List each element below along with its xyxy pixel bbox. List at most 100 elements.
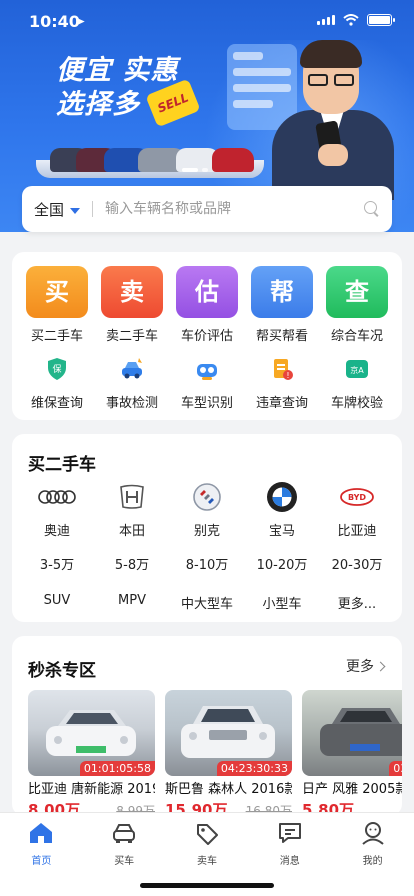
brand-label: 别克 — [193, 524, 220, 539]
brand-honda[interactable]: 本田 — [101, 480, 163, 539]
tab-label: 首页 — [31, 856, 52, 867]
deal-list: 01:01:05:58 比亚迪 唐新能源 2019款 8.00万 8.99万 0… — [28, 690, 402, 816]
car-photo: 03:23 — [302, 690, 402, 776]
search-divider — [92, 201, 94, 217]
flash-sale-card: 秒杀专区 更多 01:01:05:58 比亚迪 唐新能源 2019款 8.00万… — [12, 636, 402, 816]
signal-icon — [317, 15, 335, 25]
home-icon — [30, 823, 53, 843]
service-sell[interactable]: 卖 卖二手车 — [101, 266, 163, 344]
service-valuation[interactable]: 估 车价评估 — [176, 266, 238, 344]
tab-sell[interactable]: 卖车 — [166, 813, 249, 867]
tool-label: 事故检测 — [105, 396, 158, 411]
car-type[interactable]: SUV — [26, 593, 88, 612]
brand-audi[interactable]: 奥迪 — [26, 480, 88, 539]
tool-model[interactable]: 车型识别 — [176, 356, 238, 411]
service-inspect[interactable]: 查 综合车况 — [326, 266, 388, 344]
deal-name: 日产 风雅 2005款 — [302, 782, 402, 797]
car-type[interactable]: 小型车 — [251, 593, 313, 612]
tab-label: 卖车 — [196, 856, 217, 867]
svg-text:BYD: BYD — [348, 493, 366, 502]
car-type-list: SUV MPV 中大型车 小型车 更多... — [26, 593, 388, 612]
tool-accident[interactable]: 事故检测 — [101, 356, 163, 411]
tab-home[interactable]: 首页 — [0, 813, 83, 867]
deal-item[interactable]: 03:23 日产 风雅 2005款 5.80万 6 — [302, 690, 402, 816]
deal-item[interactable]: 01:01:05:58 比亚迪 唐新能源 2019款 8.00万 8.99万 — [28, 690, 155, 816]
wifi-icon — [343, 14, 359, 26]
tab-label: 买车 — [114, 856, 135, 867]
banner-cars — [42, 128, 258, 172]
service-label: 帮买帮看 — [255, 329, 308, 344]
message-icon — [278, 823, 301, 843]
byd-logo-icon: BYD — [340, 488, 374, 506]
countdown-timer: 03:23 — [389, 761, 402, 776]
brand-label: 比亚迪 — [337, 524, 377, 539]
more-label: 更多 — [346, 659, 374, 675]
services-card: 买 买二手车 卖 卖二手车 估 车价评估 帮 帮买帮看 查 综合车况 保 维保查… — [12, 252, 402, 420]
car-type-more[interactable]: 更多... — [326, 593, 388, 612]
tab-bar: 首页 买车 卖车 消息 我的 — [0, 812, 414, 896]
brand-buick[interactable]: 别克 — [176, 480, 238, 539]
tag-icon — [196, 824, 218, 845]
chevron-right-icon — [375, 661, 386, 672]
buy-glyph: 买 — [26, 266, 88, 318]
service-label: 买二手车 — [30, 329, 83, 344]
tab-buy[interactable]: 买车 — [83, 813, 166, 867]
help-glyph: 帮 — [251, 266, 313, 318]
svg-text:!: ! — [286, 371, 289, 380]
valuation-glyph: 估 — [176, 266, 238, 318]
car-photo: 01:01:05:58 — [28, 690, 155, 776]
home-indicator — [140, 883, 274, 888]
brand-label: 宝马 — [268, 524, 295, 539]
service-label: 车价评估 — [180, 329, 233, 344]
sell-glyph: 卖 — [101, 266, 163, 318]
search-icon[interactable] — [364, 201, 380, 217]
countdown-timer: 04:23:30:33 — [216, 761, 292, 776]
price-range[interactable]: 5-8万 — [101, 554, 163, 573]
brand-label: 奥迪 — [43, 524, 70, 539]
buick-logo-icon — [193, 483, 221, 511]
license-plate-icon: 京A — [346, 360, 368, 378]
caret-down-icon[interactable] — [70, 207, 81, 214]
car-type[interactable]: MPV — [101, 593, 163, 612]
profile-icon — [361, 822, 384, 845]
car-scan-icon — [197, 364, 217, 380]
tab-label: 我的 — [362, 856, 383, 867]
service-buy[interactable]: 买 买二手车 — [26, 266, 88, 344]
search-bar[interactable]: 全国 — [22, 186, 392, 232]
ticket-icon: ! — [274, 359, 293, 380]
brand-list: 奥迪 本田 别克 宝马 BYD 比亚迪 — [26, 480, 388, 539]
brand-byd[interactable]: BYD 比亚迪 — [326, 480, 388, 539]
service-help[interactable]: 帮 帮买帮看 — [251, 266, 313, 344]
more-link[interactable]: 更多 — [346, 656, 386, 676]
car-type[interactable]: 中大型车 — [176, 593, 238, 612]
service-label: 综合车况 — [330, 329, 383, 344]
tool-plate[interactable]: 京A 车牌校验 — [326, 356, 388, 411]
car-icon — [113, 824, 136, 843]
tool-violation[interactable]: ! 违章查询 — [251, 356, 313, 411]
deal-item[interactable]: 04:23:30:33 斯巴鲁 森林人 2016款 15.90万 16.80万 — [165, 690, 292, 816]
used-cars-card: 买二手车 奥迪 本田 别克 宝马 BYD 比亚迪 3-5万 5-8万 8-10万… — [12, 434, 402, 622]
svg-text:京A: 京A — [350, 365, 364, 375]
location-arrow-icon: ➤ — [76, 15, 86, 28]
tool-maintenance[interactable]: 保 维保查询 — [26, 356, 88, 411]
audi-logo-icon — [38, 490, 76, 504]
tool-label: 车型识别 — [180, 396, 233, 411]
tool-label: 违章查询 — [255, 396, 308, 411]
tab-profile[interactable]: 我的 — [331, 813, 414, 867]
tool-list: 保 维保查询 事故检测 车型识别 ! 违章查询 京A 车牌校验 — [26, 356, 388, 411]
price-range[interactable]: 10-20万 — [251, 554, 313, 573]
region-selector[interactable]: 全国 — [34, 199, 64, 220]
service-tiles: 买 买二手车 卖 卖二手车 估 车价评估 帮 帮买帮看 查 综合车况 — [26, 266, 388, 344]
tab-messages[interactable]: 消息 — [248, 813, 331, 867]
price-range[interactable]: 8-10万 — [176, 554, 238, 573]
price-range[interactable]: 3-5万 — [26, 554, 88, 573]
svg-text:保: 保 — [52, 363, 61, 375]
service-label: 卖二手车 — [105, 329, 158, 344]
section-title: 秒杀专区 — [28, 661, 96, 681]
car-photo: 04:23:30:33 — [165, 690, 292, 776]
brand-bmw[interactable]: 宝马 — [251, 480, 313, 539]
price-range[interactable]: 20-30万 — [326, 554, 388, 573]
battery-icon — [367, 14, 395, 26]
search-input[interactable] — [105, 201, 364, 217]
tool-label: 维保查询 — [30, 396, 83, 411]
